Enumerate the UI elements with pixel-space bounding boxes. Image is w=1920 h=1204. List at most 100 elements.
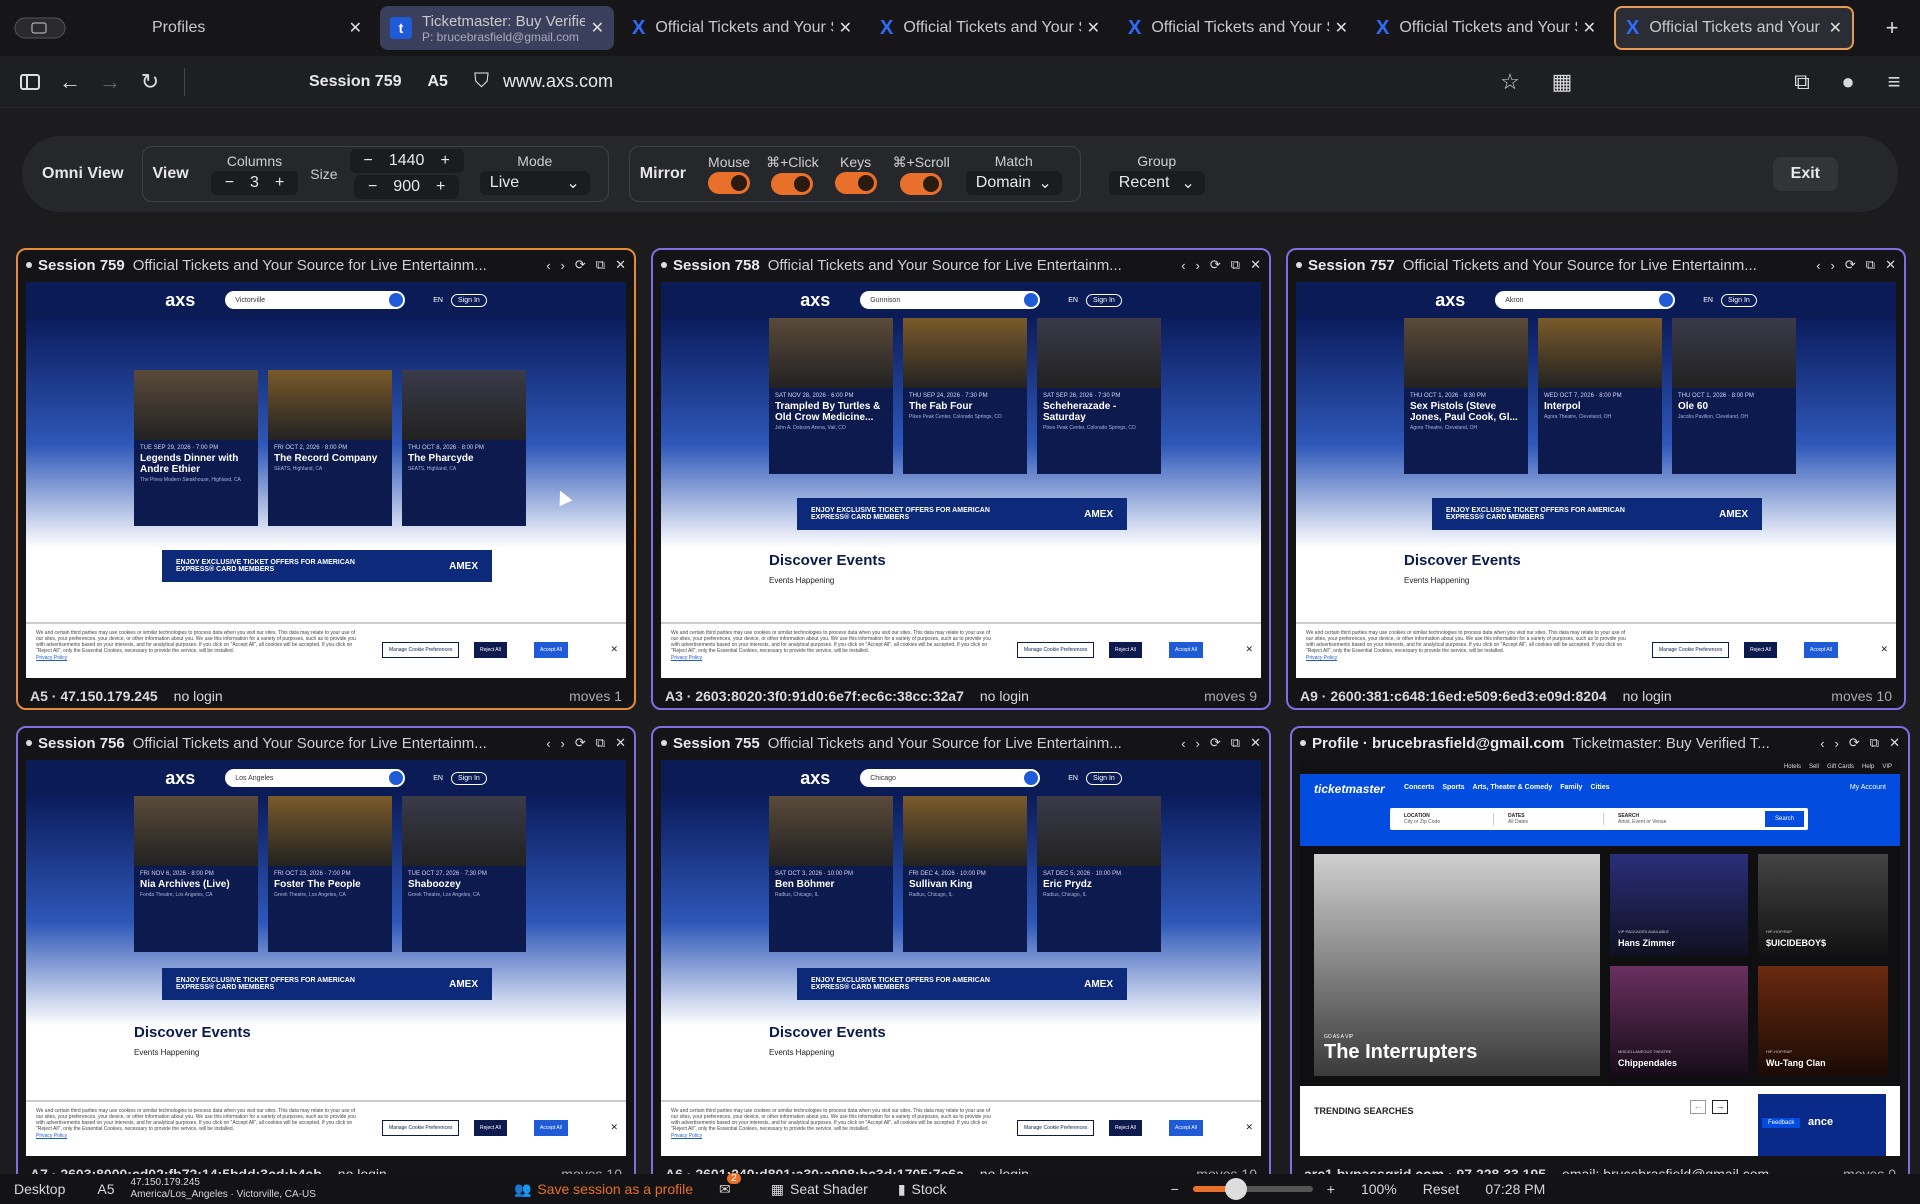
- tab-axs-1[interactable]: X Official Tickets and Your S ✕: [622, 6, 862, 50]
- privacy-policy-link[interactable]: Privacy Policy: [671, 1133, 1251, 1139]
- session-panel[interactable]: Session 756 Official Tickets and Your Sou…: [16, 726, 636, 1188]
- tab-axs-4[interactable]: X Official Tickets and Your S ✕: [1366, 6, 1606, 50]
- sign-in-button[interactable]: Sign In: [1720, 293, 1757, 307]
- close-icon[interactable]: ✕: [839, 18, 852, 38]
- tab-axs-3[interactable]: X Official Tickets and Your S ✕: [1118, 6, 1358, 50]
- close-icon[interactable]: ✕: [1250, 735, 1261, 751]
- manage-cookies-button[interactable]: Manage Cookie Preferences: [1017, 1120, 1095, 1136]
- close-icon[interactable]: ✕: [1885, 257, 1896, 273]
- accept-all-button[interactable]: Accept All: [534, 642, 568, 658]
- tm-topnav-sell[interactable]: Sell: [1809, 764, 1819, 770]
- new-tab-icon[interactable]: +: [1872, 8, 1912, 48]
- language-select[interactable]: EN: [1068, 297, 1078, 304]
- manage-cookies-button[interactable]: Manage Cookie Preferences: [382, 1120, 460, 1136]
- status-desktop[interactable]: Desktop: [14, 1181, 65, 1197]
- tm-nav-arts[interactable]: Arts, Theater & Comedy: [1473, 784, 1553, 791]
- back-icon[interactable]: ←: [50, 62, 90, 102]
- prev-icon[interactable]: ←: [1690, 1100, 1706, 1114]
- mode-select[interactable]: Live ⌄: [479, 171, 590, 195]
- tab-axs-active[interactable]: X Official Tickets and Your S ✕: [1614, 6, 1854, 50]
- tm-tile[interactable]: HIP-HOP/RAP Wu-Tang Clan: [1758, 966, 1888, 1076]
- language-select[interactable]: EN: [433, 775, 443, 782]
- minus-icon[interactable]: −: [356, 152, 381, 170]
- minus-icon[interactable]: −: [360, 178, 385, 196]
- tm-nav-cities[interactable]: Cities: [1590, 784, 1609, 791]
- prev-icon[interactable]: ‹: [546, 736, 550, 751]
- axs-logo[interactable]: axs: [800, 768, 830, 789]
- plus-icon[interactable]: +: [428, 178, 453, 196]
- event-card[interactable]: TUE OCT 27, 2026 · 7:30 PM Shaboozey Gre…: [402, 796, 526, 952]
- event-card[interactable]: THU OCT 1, 2026 · 8:00 PM Ole 60 Jacobs …: [1672, 318, 1796, 474]
- zoom-in-icon[interactable]: +: [1327, 1181, 1335, 1197]
- tm-hero[interactable]: GO AS A VIP The Interrupters: [1314, 854, 1600, 1076]
- width-stepper[interactable]: −1440 +: [349, 149, 464, 173]
- tm-nav-concerts[interactable]: Concerts: [1404, 784, 1434, 791]
- zoom-slider-thumb[interactable]: [1224, 1178, 1247, 1200]
- event-card[interactable]: SAT NOV 28, 2026 · 6:00 PM Trampled By T…: [769, 318, 893, 474]
- tm-nav-family[interactable]: Family: [1560, 784, 1582, 791]
- exit-button[interactable]: Exit: [1772, 157, 1838, 191]
- close-icon[interactable]: ✕: [1245, 644, 1253, 655]
- accept-all-button[interactable]: Accept All: [1169, 642, 1203, 658]
- tm-topnav-hotels[interactable]: Hotels: [1784, 764, 1801, 770]
- axs-search-input[interactable]: Victorville: [225, 291, 406, 309]
- event-card[interactable]: FRI OCT 23, 2026 · 7:00 PM Foster The Pe…: [268, 796, 392, 952]
- accept-all-button[interactable]: Accept All: [534, 1120, 568, 1136]
- session-panel[interactable]: Session 757 Official Tickets and Your Sou…: [1286, 248, 1906, 710]
- axs-search-input[interactable]: Akron: [1495, 291, 1676, 309]
- tm-promo[interactable]: Feedback ance: [1758, 1094, 1886, 1156]
- reject-all-button[interactable]: Reject All: [1109, 642, 1142, 658]
- tab-axs-2[interactable]: X Official Tickets and Your S ✕: [870, 6, 1110, 50]
- tm-tile[interactable]: MISCELLANEOUS THEATRE Chippendales: [1610, 966, 1748, 1076]
- privacy-policy-link[interactable]: Privacy Policy: [671, 655, 1251, 661]
- reject-all-button[interactable]: Reject All: [474, 642, 507, 658]
- tm-topnav-gift[interactable]: Gift Cards: [1827, 764, 1854, 770]
- tm-feedback-button[interactable]: Feedback: [1762, 1118, 1801, 1128]
- tm-dates-select[interactable]: All Dates: [1508, 819, 1603, 825]
- sidebar-toggle-icon[interactable]: [10, 62, 50, 102]
- popout-icon[interactable]: ⧉: [1231, 735, 1240, 751]
- mouse-toggle[interactable]: [708, 172, 751, 194]
- reload-icon[interactable]: ⟳: [1845, 257, 1856, 273]
- extensions-icon[interactable]: ⧉: [1782, 62, 1822, 102]
- accept-all-button[interactable]: Accept All: [1804, 642, 1838, 658]
- popout-icon[interactable]: ⧉: [596, 735, 605, 751]
- sign-in-button[interactable]: Sign In: [450, 771, 487, 785]
- language-select[interactable]: EN: [433, 297, 443, 304]
- session-panel-ticketmaster[interactable]: Profile · brucebrasfield@gmail.com Ticket…: [1290, 726, 1910, 1188]
- match-select[interactable]: Domain ⌄: [965, 171, 1062, 195]
- zoom-out-icon[interactable]: −: [1171, 1181, 1179, 1197]
- sign-in-button[interactable]: Sign In: [450, 293, 487, 307]
- axs-logo[interactable]: axs: [165, 290, 195, 311]
- profile-icon[interactable]: ●: [1828, 62, 1868, 102]
- stock-button[interactable]: Stock: [912, 1181, 947, 1197]
- event-card[interactable]: FRI OCT 2, 2026 · 8:00 PM The Record Com…: [268, 370, 392, 526]
- axs-search-input[interactable]: Los Angeles: [225, 769, 406, 787]
- amex-banner[interactable]: ENJOY EXCLUSIVE TICKET OFFERS FOR AMERIC…: [1432, 498, 1762, 530]
- reject-all-button[interactable]: Reject All: [1744, 642, 1777, 658]
- popout-icon[interactable]: ⧉: [1866, 257, 1875, 273]
- tm-account[interactable]: My Account: [1850, 784, 1886, 791]
- reject-all-button[interactable]: Reject All: [474, 1120, 507, 1136]
- reject-all-button[interactable]: Reject All: [1109, 1120, 1142, 1136]
- tm-tile[interactable]: HIP-HOP/RAP $UICIDEBOY$: [1758, 854, 1888, 956]
- close-icon[interactable]: ✕: [1245, 1122, 1253, 1133]
- event-card[interactable]: FRI NOV 6, 2026 · 8:00 PM Nia Archives (…: [134, 796, 258, 952]
- next-icon[interactable]: ›: [561, 736, 565, 751]
- popout-icon[interactable]: ⧉: [1231, 257, 1240, 273]
- prev-icon[interactable]: ‹: [1181, 258, 1185, 273]
- columns-stepper[interactable]: −3 +: [210, 171, 299, 195]
- forward-icon[interactable]: →: [90, 62, 130, 102]
- amex-banner[interactable]: ENJOY EXCLUSIVE TICKET OFFERS FOR AMERIC…: [162, 968, 492, 1000]
- close-icon[interactable]: ✕: [610, 1122, 618, 1133]
- close-icon[interactable]: ✕: [1335, 18, 1348, 38]
- sign-in-button[interactable]: Sign In: [1085, 293, 1122, 307]
- close-icon[interactable]: ✕: [1087, 18, 1100, 38]
- tm-location-input[interactable]: City or Zip Code: [1404, 819, 1493, 825]
- prev-icon[interactable]: ‹: [546, 258, 550, 273]
- session-panel[interactable]: Session 759 Official Tickets and Your Sou…: [16, 248, 636, 710]
- manage-cookies-button[interactable]: Manage Cookie Preferences: [382, 642, 460, 658]
- axs-logo[interactable]: axs: [165, 768, 195, 789]
- session-panel[interactable]: Session 758 Official Tickets and Your Sou…: [651, 248, 1271, 710]
- popout-icon[interactable]: ⧉: [1870, 735, 1879, 751]
